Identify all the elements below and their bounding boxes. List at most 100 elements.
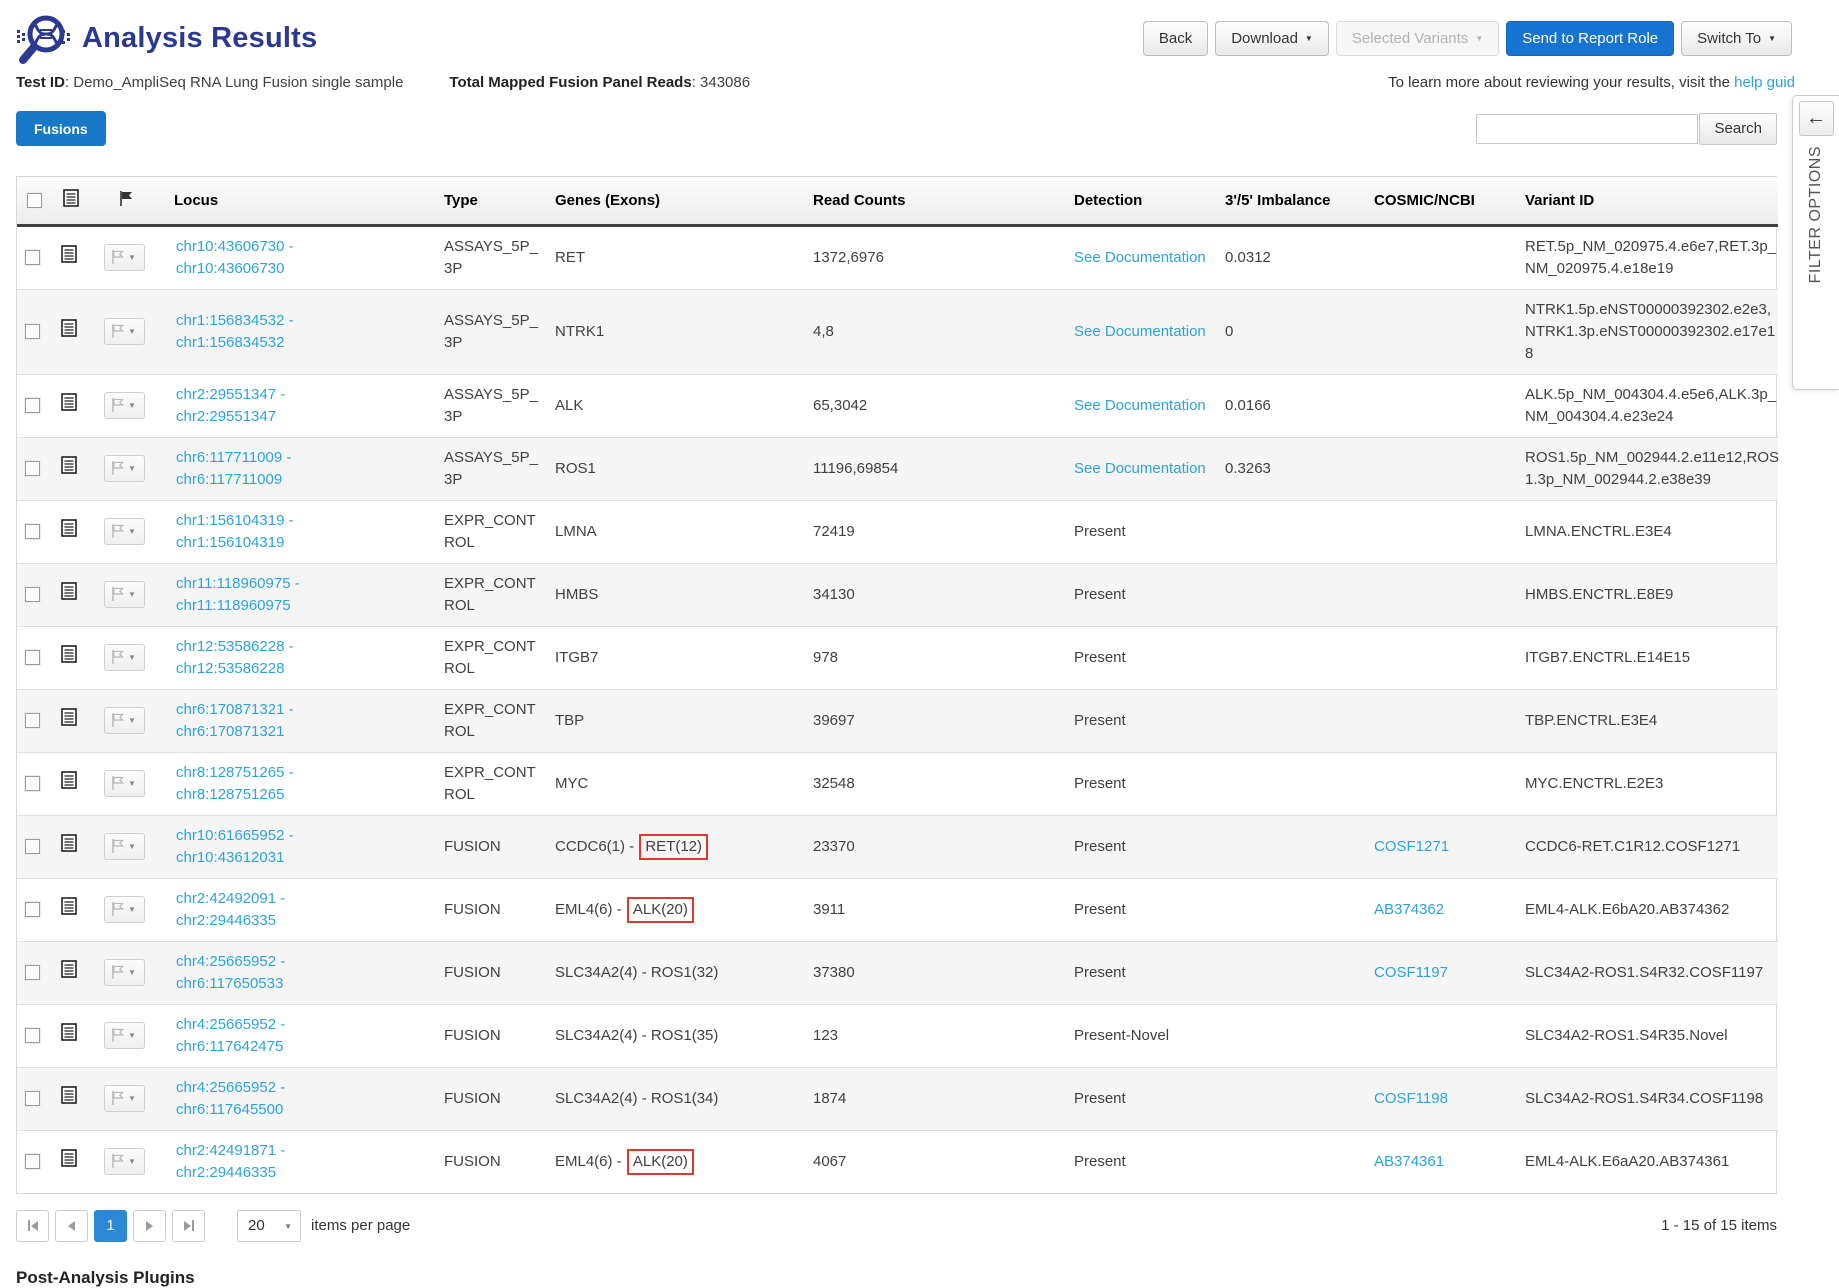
column-header-imbalance[interactable]: 3'/5' Imbalance	[1216, 177, 1366, 225]
cosmic-ncbi-link[interactable]: AB374362	[1374, 901, 1444, 918]
column-header-genes[interactable]: Genes (Exons)	[546, 177, 801, 225]
row-notes-button[interactable]	[61, 960, 77, 978]
flag-dropdown-button[interactable]: ▼	[104, 896, 145, 923]
row-checkbox[interactable]	[25, 839, 40, 854]
cosmic-ncbi-link[interactable]: AB374361	[1374, 1153, 1444, 1170]
back-button[interactable]: Back	[1143, 21, 1208, 56]
row-checkbox[interactable]	[25, 713, 40, 728]
detection-cell: Present	[1061, 500, 1216, 563]
row-checkbox[interactable]	[25, 965, 40, 980]
locus-link[interactable]: chr12:53586228 - chr12:53586228	[176, 638, 294, 677]
flag-dropdown-button[interactable]: ▼	[104, 318, 145, 345]
row-notes-button[interactable]	[61, 456, 77, 474]
row-notes-button[interactable]	[61, 319, 77, 337]
column-header-type[interactable]: Type	[431, 177, 546, 225]
locus-link[interactable]: chr1:156104319 - chr1:156104319	[176, 512, 294, 551]
cosmic-ncbi-link[interactable]: COSF1271	[1374, 838, 1449, 855]
row-checkbox[interactable]	[25, 1028, 40, 1043]
column-header-variant-id[interactable]: Variant ID	[1516, 177, 1778, 225]
search-input[interactable]	[1476, 114, 1698, 144]
cosmic-ncbi-link[interactable]: COSF1198	[1374, 1090, 1448, 1107]
column-header-cosmic[interactable]: COSMIC/NCBI	[1366, 177, 1516, 225]
flag-dropdown-button[interactable]: ▼	[104, 518, 145, 545]
last-page-button[interactable]	[172, 1210, 205, 1242]
row-notes-button[interactable]	[61, 1086, 77, 1104]
imbalance-value: 0.3263	[1225, 460, 1271, 477]
filter-options-tab[interactable]: ← FILTER OPTIONS	[1792, 95, 1839, 390]
locus-link[interactable]: chr10:43606730 - chr10:43606730	[176, 238, 294, 277]
row-checkbox[interactable]	[25, 461, 40, 476]
flag-dropdown-button[interactable]: ▼	[104, 833, 145, 860]
row-notes-button[interactable]	[61, 834, 77, 852]
row-notes-button[interactable]	[61, 393, 77, 411]
select-all-checkbox[interactable]	[27, 193, 42, 208]
flag-dropdown-button[interactable]: ▼	[104, 455, 145, 482]
search-button[interactable]: Search	[1699, 113, 1777, 145]
row-checkbox[interactable]	[25, 650, 40, 665]
row-checkbox[interactable]	[25, 524, 40, 539]
locus-link[interactable]: chr2:42491871 - chr2:29446335	[176, 1142, 285, 1181]
flag-dropdown-button[interactable]: ▼	[104, 244, 145, 271]
page-size-select[interactable]: 20▼	[237, 1210, 301, 1242]
column-header-read-counts[interactable]: Read Counts	[801, 177, 1061, 225]
row-notes-button[interactable]	[61, 771, 77, 789]
see-documentation-link[interactable]: See Documentation	[1074, 397, 1206, 414]
row-notes-button[interactable]	[61, 582, 77, 600]
next-page-button[interactable]	[133, 1210, 166, 1242]
locus-link[interactable]: chr4:25665952 - chr6:117645500	[176, 1079, 285, 1118]
locus-link[interactable]: chr1:156834532 - chr1:156834532	[176, 312, 294, 351]
flag-dropdown-button[interactable]: ▼	[104, 1022, 145, 1049]
column-header-detection[interactable]: Detection	[1061, 177, 1216, 225]
genes-cell: LMNA	[546, 500, 801, 563]
help-guide-link[interactable]: help guid	[1734, 74, 1795, 91]
cosmic-ncbi-link[interactable]: COSF1197	[1374, 964, 1448, 981]
see-documentation-link[interactable]: See Documentation	[1074, 249, 1206, 266]
locus-link[interactable]: chr6:117711009 - chr6:117711009	[176, 449, 291, 488]
locus-link[interactable]: chr6:170871321 - chr6:170871321	[176, 701, 294, 740]
first-page-button[interactable]	[16, 1210, 49, 1242]
row-notes-button[interactable]	[61, 1023, 77, 1041]
row-notes-cell	[51, 563, 91, 626]
flag-dropdown-button[interactable]: ▼	[104, 581, 145, 608]
locus-link[interactable]: chr2:42492091 - chr2:29446335	[176, 890, 285, 929]
selected-variants-button[interactable]: Selected Variants▼	[1336, 21, 1499, 56]
see-documentation-link[interactable]: See Documentation	[1074, 323, 1206, 340]
flag-dropdown-button[interactable]: ▼	[104, 392, 145, 419]
row-notes-button[interactable]	[61, 1149, 77, 1167]
page-number-button[interactable]: 1	[94, 1210, 127, 1242]
tab-fusions[interactable]: Fusions	[16, 111, 106, 146]
locus-link[interactable]: chr11:118960975 - chr11:118960975	[176, 575, 300, 614]
locus-link[interactable]: chr8:128751265 - chr8:128751265	[176, 764, 294, 803]
locus-link[interactable]: chr2:29551347 - chr2:29551347	[176, 386, 285, 425]
flag-dropdown-button[interactable]: ▼	[104, 707, 145, 734]
filter-expand-button[interactable]: ←	[1799, 101, 1834, 136]
row-checkbox[interactable]	[25, 776, 40, 791]
row-checkbox[interactable]	[25, 250, 40, 265]
row-notes-button[interactable]	[61, 708, 77, 726]
flag-dropdown-button[interactable]: ▼	[104, 959, 145, 986]
imbalance-cell	[1216, 500, 1366, 563]
row-checkbox[interactable]	[25, 1154, 40, 1169]
row-notes-button[interactable]	[61, 645, 77, 663]
row-notes-button[interactable]	[61, 519, 77, 537]
see-documentation-link[interactable]: See Documentation	[1074, 460, 1206, 477]
send-to-report-role-button[interactable]: Send to Report Role	[1506, 21, 1674, 56]
row-checkbox[interactable]	[25, 398, 40, 413]
flag-dropdown-button[interactable]: ▼	[104, 1085, 145, 1112]
flag-dropdown-button[interactable]: ▼	[104, 644, 145, 671]
column-header-locus[interactable]: Locus	[161, 177, 431, 225]
previous-page-button[interactable]	[55, 1210, 88, 1242]
flag-dropdown-button[interactable]: ▼	[104, 770, 145, 797]
row-checkbox[interactable]	[25, 902, 40, 917]
row-checkbox[interactable]	[25, 587, 40, 602]
download-button[interactable]: Download▼	[1215, 21, 1329, 56]
locus-link[interactable]: chr4:25665952 - chr6:117642475	[176, 1016, 285, 1055]
row-notes-button[interactable]	[61, 897, 77, 915]
locus-link[interactable]: chr10:61665952 - chr10:43612031	[176, 827, 294, 866]
locus-link[interactable]: chr4:25665952 - chr6:117650533	[176, 953, 285, 992]
flag-dropdown-button[interactable]: ▼	[104, 1148, 145, 1175]
switch-to-button[interactable]: Switch To▼	[1681, 21, 1792, 56]
row-checkbox[interactable]	[25, 324, 40, 339]
row-checkbox[interactable]	[25, 1091, 40, 1106]
row-notes-button[interactable]	[61, 245, 77, 263]
